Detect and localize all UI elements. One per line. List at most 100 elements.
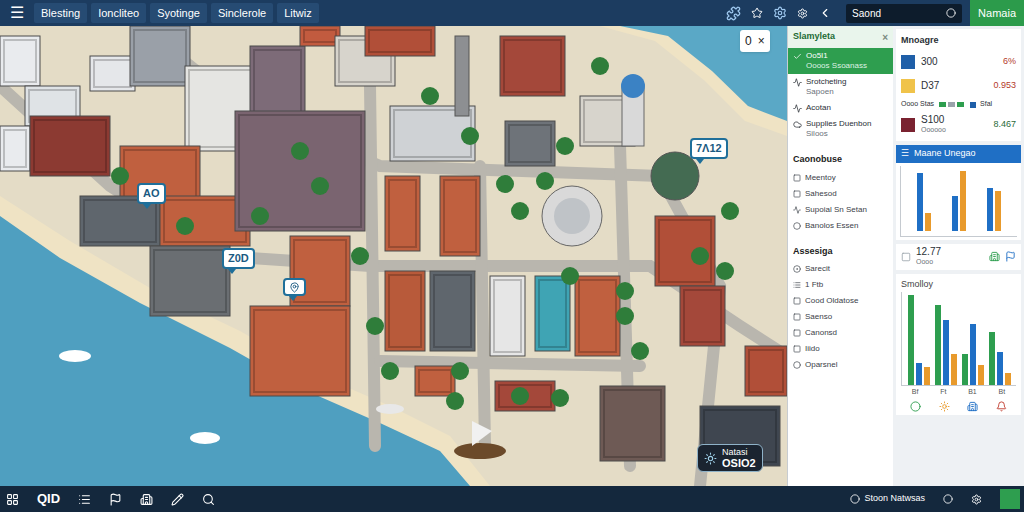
bar-group: [962, 295, 984, 385]
map-info-card[interactable]: NatasiOSIO2: [697, 444, 763, 472]
tool-label: Acotan: [806, 103, 831, 113]
alert-icon[interactable]: [996, 401, 1007, 412]
top-tab[interactable]: Ioncliteo: [91, 3, 146, 24]
smolloy-bars: [905, 295, 1013, 385]
stat-row: 3006%: [901, 50, 1016, 74]
pin-label: AO: [143, 185, 160, 202]
city-icon[interactable]: [967, 401, 978, 412]
green-button[interactable]: [1000, 489, 1020, 509]
smolloy-title: Smolloy: [901, 277, 1016, 293]
bar: [908, 295, 914, 385]
map-pin[interactable]: [283, 278, 306, 301]
summary-row: 12.77Oooo: [896, 244, 1021, 270]
info-icon: [704, 452, 717, 465]
stat-swatch: [901, 118, 915, 132]
grid-icon[interactable]: [6, 493, 19, 506]
item-icon: [793, 190, 801, 198]
ring-icon[interactable]: [910, 401, 921, 412]
panel-close[interactable]: ×: [882, 30, 888, 45]
bar-group: [917, 171, 931, 231]
close-button[interactable]: ×: [758, 32, 765, 50]
item-icon: [793, 265, 801, 273]
section-item[interactable]: 1 Ftb: [788, 277, 893, 293]
bar-group: [935, 295, 957, 385]
sun-icon[interactable]: [939, 401, 950, 412]
section-item[interactable]: Supoial Sn Setan: [788, 202, 893, 218]
top-tab[interactable]: Blesting: [34, 3, 87, 24]
pin-icon: [289, 282, 300, 293]
tool-icon: [793, 120, 802, 129]
tool-section: AssesigaSarecit1 FtbCood OldatoseSaensoC…: [788, 242, 893, 374]
search-tool-icon[interactable]: [202, 493, 215, 506]
pencil-icon[interactable]: [171, 493, 184, 506]
flag-icon[interactable]: [1005, 251, 1016, 262]
tool-item[interactable]: Acotan: [788, 100, 893, 116]
bar: [997, 352, 1003, 385]
bar: [960, 171, 966, 231]
bar: [924, 367, 930, 385]
building-icon[interactable]: [989, 251, 1000, 262]
map-controls: 0×: [740, 30, 770, 52]
bar-group: [908, 295, 930, 385]
tool-sub: Siloos: [806, 129, 871, 139]
smolloy-chart-card: SmolloyBfFtB1Bt: [896, 274, 1021, 415]
section-item[interactable]: Saenso: [788, 309, 893, 325]
section-item[interactable]: Banolos Essen: [788, 218, 893, 234]
section-item[interactable]: Sarecit: [788, 261, 893, 277]
star-icon[interactable]: [751, 7, 763, 19]
gear-icon[interactable]: [773, 6, 787, 20]
option-icon[interactable]: [943, 494, 953, 504]
item-icon: [793, 345, 801, 353]
puzzle-icon[interactable]: [726, 6, 741, 21]
item-icon: [793, 297, 801, 305]
section-item[interactable]: Iiido: [788, 341, 893, 357]
tool-panel: Slamyleta×Oo5I1Oooos SsoanassSrotcheting…: [787, 26, 893, 486]
top-tab[interactable]: Litwiz: [277, 3, 319, 24]
game-screen: ☰BlestingIoncliteoSyotingeSincleroleLitw…: [0, 0, 1024, 512]
map-pin[interactable]: 7Λ12: [690, 138, 728, 164]
usage-bars: [907, 171, 1011, 231]
tool-item[interactable]: SrotchetingSapoen: [788, 74, 893, 100]
search-value: Saond: [852, 6, 946, 21]
section-title: Caonobuse: [788, 150, 893, 170]
bar: [925, 213, 931, 230]
tool-label: Supplies Duenbon: [806, 119, 871, 129]
section-item[interactable]: Canonsd: [788, 325, 893, 341]
item-icon: [793, 174, 801, 182]
back-icon[interactable]: [818, 6, 832, 20]
search-field[interactable]: Saond: [846, 4, 962, 23]
map-view[interactable]: 0×7Λ12AOZ0DNatasiOSIO2: [0, 26, 787, 486]
city-map-drawing: [0, 26, 787, 486]
section-item[interactable]: Meentoy: [788, 170, 893, 186]
player-button[interactable]: Namaia: [970, 0, 1024, 26]
top-tab[interactable]: Syotinge: [150, 3, 207, 24]
settings-icon[interactable]: [971, 494, 982, 505]
section-item[interactable]: Cood Oldatose: [788, 293, 893, 309]
item-icon: [793, 361, 801, 369]
stat-row: D370.953: [901, 74, 1016, 98]
tool-label: Oo5I1: [806, 51, 867, 61]
menu-button[interactable]: ☰: [0, 0, 34, 26]
top-tab[interactable]: Sinclerole: [211, 3, 273, 24]
bottom-bar: QIDStoon Natwsas: [0, 486, 1024, 512]
tool-item[interactable]: Supplies DuenbonSiloos: [788, 116, 893, 142]
flag-tool-icon[interactable]: [109, 493, 122, 506]
stats-panel: Mnoagre3006%D370.953Oooo StasSfalS100Ooo…: [893, 26, 1024, 486]
section-item[interactable]: Oparsnel: [788, 357, 893, 373]
bar-group: [987, 171, 1001, 231]
tool-item[interactable]: Oo5I1Oooos Ssoanass: [788, 48, 893, 74]
section-item[interactable]: Sahesod: [788, 186, 893, 202]
map-pin[interactable]: AO: [137, 183, 166, 209]
list-icon[interactable]: [78, 493, 91, 506]
bar-group: [989, 295, 1011, 385]
status-icon: [850, 494, 860, 504]
bar: [970, 324, 976, 385]
cog-icon[interactable]: [797, 8, 808, 19]
item-icon: [793, 206, 801, 214]
map-pin[interactable]: Z0D: [222, 248, 255, 274]
top-bar: ☰BlestingIoncliteoSyotingeSincleroleLitw…: [0, 0, 1024, 26]
stat-row: S100Oooooo8.467: [901, 112, 1016, 138]
build-icon[interactable]: [140, 493, 153, 506]
bar: [952, 196, 958, 230]
zoom-value[interactable]: 0: [745, 32, 752, 50]
